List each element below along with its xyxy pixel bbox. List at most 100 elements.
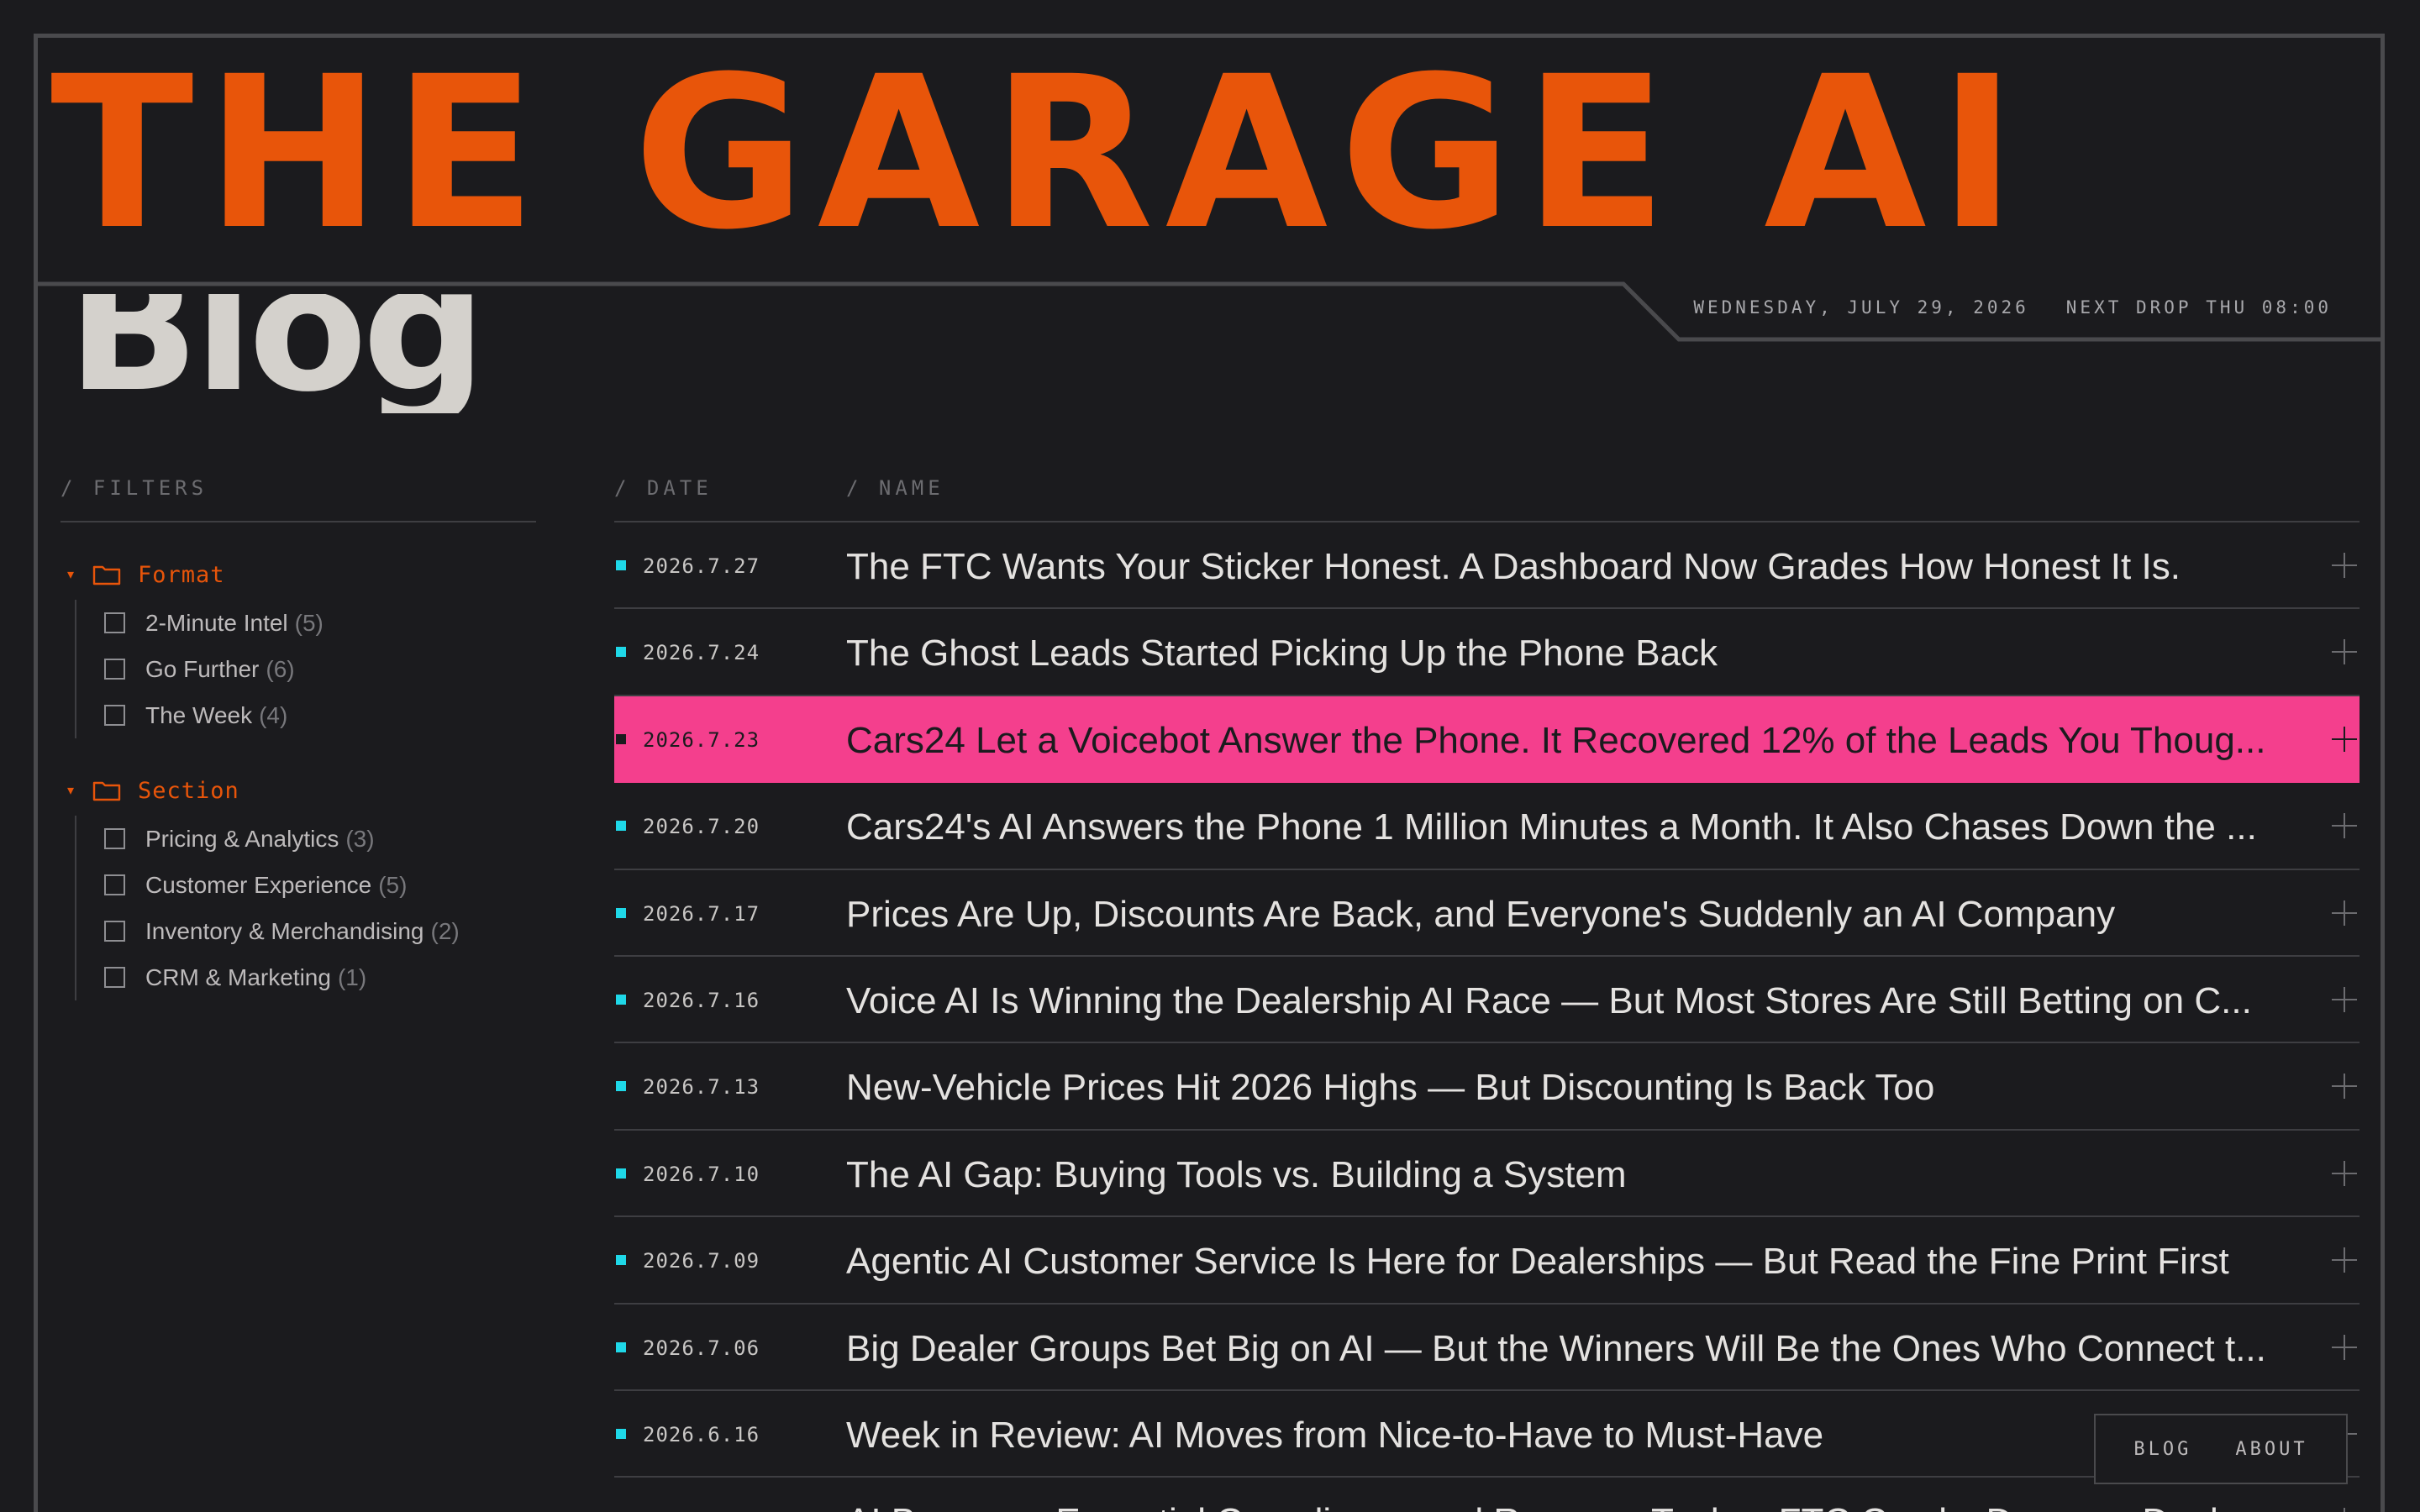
- expand-plus-icon[interactable]: [2332, 553, 2357, 578]
- post-row[interactable]: 2026.7.06 Big Dealer Groups Bet Big on AI…: [614, 1305, 2360, 1391]
- caret-down-icon: ▾: [66, 568, 75, 582]
- filter-option-go-further[interactable]: Go Further (6): [104, 646, 536, 692]
- post-title-link[interactable]: Big Dealer Groups Bet Big on AI — But th…: [846, 1328, 2266, 1370]
- filter-option-label: Customer Experience: [145, 871, 372, 898]
- bullet-marker: [616, 1341, 626, 1352]
- post-row[interactable]: 2026.7.24 The Ghost Leads Started Picking…: [614, 609, 2360, 696]
- expand-plus-icon[interactable]: [2332, 639, 2357, 665]
- expand-plus-icon[interactable]: [2332, 813, 2357, 839]
- filter-group-format: ▾ Format 2-Minute Intel (5) Go Further (…: [60, 554, 536, 738]
- name-column-header[interactable]: / NAME: [846, 470, 944, 506]
- expand-plus-icon[interactable]: [2332, 900, 2357, 926]
- folder-icon: [92, 779, 124, 802]
- expand-plus-icon[interactable]: [2332, 1334, 2357, 1360]
- table-header: / DATE / NAME: [614, 470, 2360, 506]
- post-row[interactable]: 2026.7.23 Cars24 Let a Voicebot Answer th…: [614, 696, 2360, 784]
- caret-down-icon: ▾: [66, 784, 75, 798]
- filter-option-label: Pricing & Analytics: [145, 825, 339, 852]
- filter-option-count: (5): [294, 609, 324, 636]
- current-date: WEDNESDAY, JULY 29, 2026: [1693, 297, 2029, 318]
- bullet-marker: [616, 1081, 626, 1092]
- bullet-marker: [616, 1168, 626, 1179]
- post-row[interactable]: 2026.7.13 New-Vehicle Prices Hit 2026 Hig…: [614, 1043, 2360, 1131]
- post-date: 2026.7.10: [643, 1162, 760, 1186]
- expand-plus-icon[interactable]: [2332, 986, 2357, 1012]
- post-row[interactable]: 2026.7.27 The FTC Wants Your Sticker Hone…: [614, 522, 2360, 610]
- checkbox[interactable]: [104, 921, 125, 942]
- post-title-link[interactable]: The AI Gap: Buying Tools vs. Building a …: [846, 1154, 2266, 1196]
- post-title-link[interactable]: AI Becomes Essential Compliance and Reve…: [846, 1501, 2266, 1512]
- bullet-marker: [616, 560, 626, 570]
- bullet-marker: [616, 1255, 626, 1266]
- filter-option-count: (6): [266, 655, 295, 682]
- format-group-toggle[interactable]: ▾ Format: [60, 554, 536, 595]
- expand-plus-icon[interactable]: [2332, 1074, 2357, 1100]
- post-row[interactable]: 2026.7.09 Agentic AI Customer Service Is …: [614, 1217, 2360, 1305]
- expand-plus-icon[interactable]: [2332, 726, 2357, 752]
- checkbox[interactable]: [104, 612, 125, 633]
- format-group-label: Format: [138, 561, 225, 588]
- bullet-marker: [616, 647, 626, 658]
- checkbox[interactable]: [104, 828, 125, 849]
- bullet-marker: [616, 733, 626, 744]
- post-title-link[interactable]: Cars24's AI Answers the Phone 1 Million …: [846, 806, 2266, 848]
- filter-option-label: CRM & Marketing: [145, 963, 331, 990]
- post-row[interactable]: 2026.7.10 The AI Gap: Buying Tools vs. Bu…: [614, 1131, 2360, 1218]
- filter-option-count: (1): [337, 963, 367, 990]
- filter-option-2-minute-intel[interactable]: 2-Minute Intel (5): [104, 600, 536, 646]
- date-column-header[interactable]: / DATE: [614, 470, 713, 506]
- expand-plus-icon[interactable]: [2332, 1160, 2357, 1186]
- post-row[interactable]: 2026.7.20 Cars24's AI Answers the Phone 1…: [614, 783, 2360, 870]
- post-date: 2026.7.06: [643, 1336, 760, 1360]
- post-row[interactable]: 2026.7.16 Voice AI Is Winning the Dealers…: [614, 957, 2360, 1044]
- post-title-link[interactable]: New-Vehicle Prices Hit 2026 Highs — But …: [846, 1067, 2266, 1109]
- header-meta: WEDNESDAY, JULY 29, 2026 NEXT DROP THU 08…: [1693, 297, 2332, 318]
- filter-option-label: The Week: [145, 701, 253, 728]
- brand-title[interactable]: THE GARAGE AI: [50, 49, 2370, 259]
- post-title-link[interactable]: Week in Review: AI Moves from Nice-to-Ha…: [846, 1415, 2266, 1457]
- filter-option-label: Go Further: [145, 655, 260, 682]
- page: THE GARAGE AI WEDNESDAY, JULY 29, 2026 NE…: [0, 0, 2420, 1512]
- format-options: 2-Minute Intel (5) Go Further (6) The We…: [75, 600, 536, 738]
- checkbox[interactable]: [104, 705, 125, 726]
- post-date: 2026.7.27: [643, 554, 760, 578]
- filter-option-customer-experience[interactable]: Customer Experience (5): [104, 862, 536, 908]
- filter-option-count: (5): [378, 871, 408, 898]
- post-title-link[interactable]: Cars24 Let a Voicebot Answer the Phone. …: [846, 720, 2266, 762]
- post-date: 2026.7.23: [643, 727, 760, 752]
- nav-blog-link[interactable]: BLOG: [2133, 1439, 2191, 1460]
- filter-group-section: ▾ Section Pricing & Analytics (3) Custom…: [60, 770, 536, 1000]
- section-options: Pricing & Analytics (3) Customer Experie…: [75, 816, 536, 1000]
- bullet-marker: [616, 994, 626, 1005]
- filter-option-label: Inventory & Merchandising: [145, 917, 424, 944]
- post-date: 2026.6.16: [643, 1422, 760, 1446]
- section-group-toggle[interactable]: ▾ Section: [60, 770, 536, 811]
- filter-option-label: 2-Minute Intel: [145, 609, 288, 636]
- bullet-marker: [616, 1428, 626, 1439]
- post-title-link[interactable]: The FTC Wants Your Sticker Honest. A Das…: [846, 546, 2266, 588]
- checkbox[interactable]: [104, 659, 125, 680]
- filter-option-crm-marketing[interactable]: CRM & Marketing (1): [104, 954, 536, 1000]
- filters-sidebar: / FILTERS ▾ Format 2-Minute Intel (5) Go…: [60, 470, 536, 1000]
- filter-option-the-week[interactable]: The Week (4): [104, 692, 536, 738]
- post-date: 2026.7.20: [643, 815, 760, 839]
- post-row[interactable]: 2026.7.17 Prices Are Up, Discounts Are Ba…: [614, 870, 2360, 957]
- post-title-link[interactable]: Voice AI Is Winning the Dealership AI Ra…: [846, 980, 2266, 1022]
- next-drop-time: NEXT DROP THU 08:00: [2065, 297, 2332, 318]
- checkbox[interactable]: [104, 874, 125, 895]
- filter-option-inventory-merchandising[interactable]: Inventory & Merchandising (2): [104, 908, 536, 954]
- filter-option-pricing-analytics[interactable]: Pricing & Analytics (3): [104, 816, 536, 862]
- checkbox[interactable]: [104, 967, 125, 988]
- post-title-link[interactable]: The Ghost Leads Started Picking Up the P…: [846, 633, 2266, 675]
- nav-about-link[interactable]: ABOUT: [2235, 1439, 2307, 1460]
- filter-option-count: (4): [259, 701, 288, 728]
- posts-table: / DATE / NAME 2026.7.27 The FTC Wants You…: [614, 470, 2360, 1512]
- post-title-link[interactable]: Agentic AI Customer Service Is Here for …: [846, 1241, 2266, 1283]
- post-date: 2026.7.09: [643, 1249, 760, 1273]
- folder-icon: [92, 563, 124, 586]
- post-date: 2026.7.24: [643, 641, 760, 665]
- expand-plus-icon[interactable]: [2332, 1508, 2357, 1512]
- post-title-link[interactable]: Prices Are Up, Discounts Are Back, and E…: [846, 894, 2266, 936]
- expand-plus-icon[interactable]: [2332, 1247, 2357, 1273]
- post-rows: 2026.7.27 The FTC Wants Your Sticker Hone…: [614, 522, 2360, 1512]
